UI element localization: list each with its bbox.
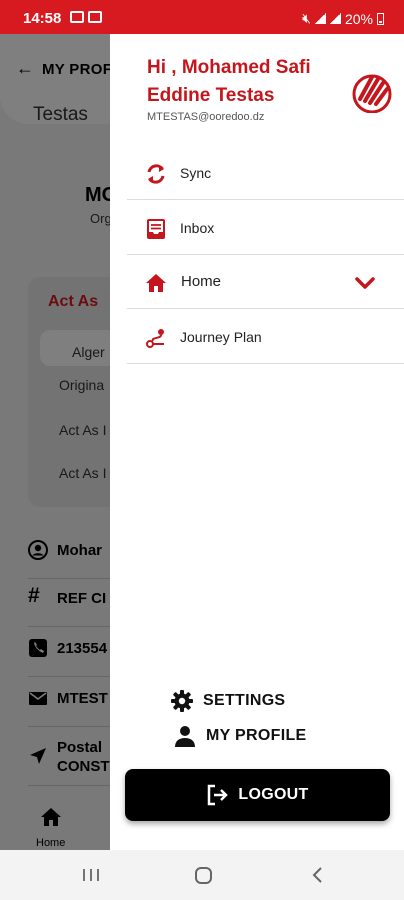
recent-apps-icon[interactable] bbox=[82, 868, 100, 882]
drawer-greeting: Hi , Mohamed Safi Eddine Testas bbox=[147, 57, 311, 106]
system-back-icon[interactable] bbox=[311, 867, 323, 883]
my-profile-link[interactable]: MY PROFILE bbox=[174, 725, 307, 747]
home-icon bbox=[146, 274, 166, 292]
drawer-item-sync[interactable]: Sync bbox=[127, 146, 404, 200]
route-icon bbox=[146, 329, 164, 348]
drawer-item-inbox[interactable]: Inbox bbox=[127, 201, 404, 255]
drawer-item-journey-plan[interactable]: Journey Plan bbox=[127, 310, 404, 364]
my-profile-label: MY PROFILE bbox=[206, 727, 307, 744]
drawer-item-label: Home bbox=[181, 273, 222, 290]
system-home-icon[interactable] bbox=[195, 867, 212, 884]
battery-percent: 20% bbox=[344, 10, 373, 27]
drawer-email: MTESTAS@ooredoo.dz bbox=[147, 111, 265, 123]
person-icon bbox=[175, 726, 195, 747]
chevron-down-icon[interactable] bbox=[355, 276, 375, 290]
drawer-item-label: Inbox bbox=[180, 220, 215, 236]
system-nav-bar bbox=[0, 850, 404, 900]
battery-icon bbox=[377, 12, 384, 25]
logout-label: LOGOUT bbox=[238, 786, 309, 803]
settings-label: SETTINGS bbox=[203, 692, 286, 709]
settings-link[interactable]: SETTINGS bbox=[171, 690, 285, 712]
gallery-notification-icon bbox=[70, 11, 84, 23]
mute-icon: 🔇︎ bbox=[302, 10, 311, 26]
navigation-drawer: Hi , Mohamed Safi Eddine Testas MTESTAS@… bbox=[110, 34, 404, 850]
status-indicators: 🔇︎ 20% bbox=[302, 10, 384, 27]
signal-icon bbox=[314, 13, 326, 24]
app-notification-icon bbox=[88, 11, 102, 23]
drawer-item-home[interactable]: Home bbox=[127, 255, 404, 309]
drawer-item-label: Journey Plan bbox=[180, 329, 262, 345]
ooredoo-logo-icon bbox=[352, 74, 392, 113]
status-bar: 14:58 🔇︎ 20% bbox=[0, 0, 404, 34]
gear-icon bbox=[171, 690, 193, 712]
signal-icon-2 bbox=[329, 13, 341, 24]
drawer-item-label: Sync bbox=[180, 165, 212, 181]
logout-icon bbox=[208, 784, 229, 806]
status-time: 14:58 bbox=[23, 10, 62, 27]
inbox-icon bbox=[147, 219, 165, 239]
logout-button[interactable]: LOGOUT bbox=[125, 769, 390, 821]
sync-icon bbox=[147, 164, 165, 184]
